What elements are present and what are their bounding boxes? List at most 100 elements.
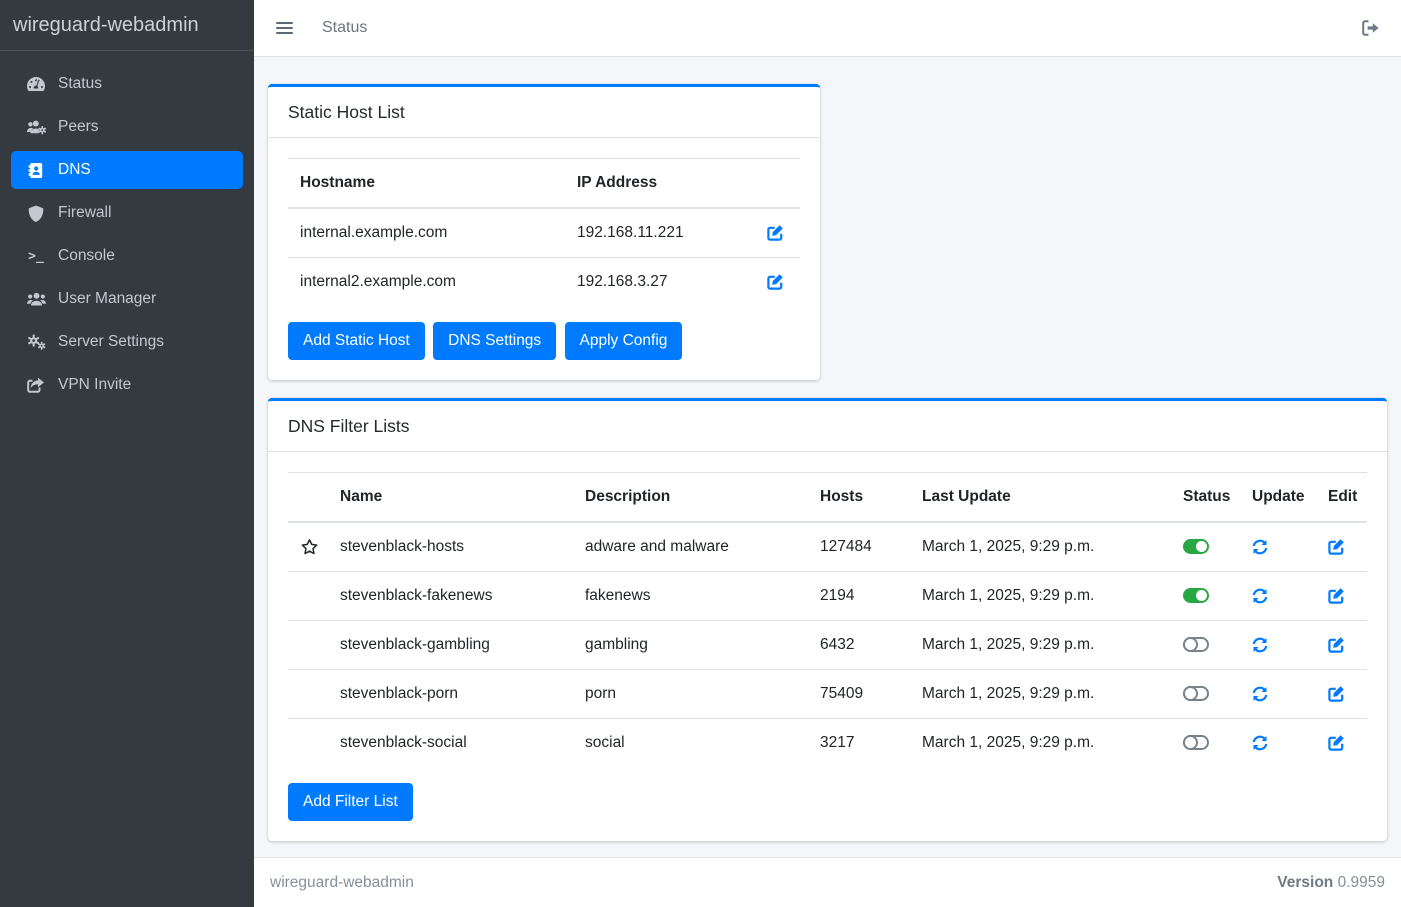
sidebar-item-vpn-invite[interactable]: VPN Invite: [11, 366, 243, 404]
name-cell: stevenblack-gambling: [328, 621, 573, 670]
edit-icon[interactable]: [1328, 734, 1345, 751]
share-icon: [21, 377, 51, 393]
table-row: stevenblack-gambling gambling 6432 March…: [288, 621, 1367, 670]
hosts-cell: 127484: [808, 522, 910, 572]
col-hosts: Hosts: [808, 473, 910, 523]
favorite-star-icon: [300, 538, 319, 556]
dns-filter-lists-card: DNS Filter Lists Name Description Hosts …: [268, 398, 1387, 841]
sidebar-item-label: Peers: [58, 118, 99, 136]
col-last-update: Last Update: [910, 473, 1171, 523]
col-ip: IP Address: [565, 159, 755, 209]
dns-settings-button[interactable]: DNS Settings: [433, 322, 556, 360]
last-update-cell: March 1, 2025, 9:29 p.m.: [910, 719, 1171, 768]
topbar-link-status[interactable]: Status: [322, 19, 367, 37]
description-cell: adware and malware: [573, 522, 808, 572]
description-cell: porn: [573, 670, 808, 719]
card-title: Static Host List: [268, 87, 820, 138]
sign-out-icon[interactable]: [1362, 20, 1380, 36]
brand-title[interactable]: wireguard-webadmin: [0, 0, 254, 51]
sidebar-item-label: Status: [58, 75, 102, 93]
col-edit: [755, 159, 800, 209]
sidebar-item-peers[interactable]: Peers: [11, 108, 243, 146]
sidebar: wireguard-webadmin Status: [0, 0, 254, 907]
sync-icon[interactable]: [1252, 686, 1268, 702]
sidebar-item-dns[interactable]: DNS: [11, 151, 243, 189]
hostname-cell: internal2.example.com: [288, 258, 565, 307]
add-static-host-button[interactable]: Add Static Host: [288, 322, 425, 360]
sidebar-item-label: User Manager: [58, 290, 156, 308]
main-column: Status Static Host List Hostname IP Addr…: [254, 0, 1401, 907]
col-star: [288, 473, 328, 523]
status-toggle-off-icon[interactable]: [1183, 686, 1209, 701]
hamburger-icon[interactable]: [276, 22, 293, 34]
sidebar-item-label: VPN Invite: [58, 376, 131, 394]
ip-cell: 192.168.3.27: [565, 258, 755, 307]
last-update-cell: March 1, 2025, 9:29 p.m.: [910, 572, 1171, 621]
filter-lists-table: Name Description Hosts Last Update Statu…: [288, 472, 1367, 767]
edit-icon[interactable]: [1328, 636, 1345, 653]
sidebar-item-label: DNS: [58, 161, 91, 179]
status-toggle-on-icon[interactable]: [1183, 539, 1209, 554]
content-area: Static Host List Hostname IP Address int…: [254, 57, 1401, 857]
description-cell: fakenews: [573, 572, 808, 621]
address-book-icon: [21, 162, 51, 179]
edit-icon[interactable]: [1328, 538, 1345, 555]
sidebar-nav: Status Peers: [0, 51, 254, 409]
sync-icon[interactable]: [1252, 735, 1268, 751]
name-cell: stevenblack-social: [328, 719, 573, 768]
users-cog-icon: [21, 119, 51, 135]
table-row: stevenblack-hosts adware and malware 127…: [288, 522, 1367, 572]
sidebar-item-user-manager[interactable]: User Manager: [11, 280, 243, 318]
status-toggle-on-icon[interactable]: [1183, 588, 1209, 603]
footer: wireguard-webadmin Version 0.9959: [254, 857, 1401, 907]
apply-config-button[interactable]: Apply Config: [565, 322, 683, 360]
add-filter-list-button[interactable]: Add Filter List: [288, 783, 413, 821]
description-cell: gambling: [573, 621, 808, 670]
col-status: Status: [1171, 473, 1240, 523]
name-cell: stevenblack-fakenews: [328, 572, 573, 621]
footer-version: Version 0.9959: [1277, 874, 1385, 892]
hostname-cell: internal.example.com: [288, 208, 565, 258]
sidebar-item-label: Console: [58, 247, 115, 265]
col-description: Description: [573, 473, 808, 523]
sidebar-item-firewall[interactable]: Firewall: [11, 194, 243, 232]
sync-icon[interactable]: [1252, 637, 1268, 653]
sync-icon[interactable]: [1252, 539, 1268, 555]
name-cell: stevenblack-porn: [328, 670, 573, 719]
col-name: Name: [328, 473, 573, 523]
status-toggle-off-icon[interactable]: [1183, 735, 1209, 750]
table-row: internal.example.com 192.168.11.221: [288, 208, 800, 258]
static-host-list-card: Static Host List Hostname IP Address int…: [268, 84, 820, 380]
edit-icon[interactable]: [1328, 587, 1345, 604]
sync-icon[interactable]: [1252, 588, 1268, 604]
hosts-cell: 6432: [808, 621, 910, 670]
footer-brand: wireguard-webadmin: [270, 874, 414, 892]
description-cell: social: [573, 719, 808, 768]
sidebar-item-server-settings[interactable]: Server Settings: [11, 323, 243, 361]
last-update-cell: March 1, 2025, 9:29 p.m.: [910, 522, 1171, 572]
col-hostname: Hostname: [288, 159, 565, 209]
status-toggle-off-icon[interactable]: [1183, 637, 1209, 652]
static-hosts-table: Hostname IP Address internal.example.com…: [288, 158, 800, 306]
tachometer-icon: [21, 76, 51, 92]
terminal-icon: >_: [21, 250, 51, 263]
sidebar-item-label: Server Settings: [58, 333, 164, 351]
hosts-cell: 75409: [808, 670, 910, 719]
ip-cell: 192.168.11.221: [565, 208, 755, 258]
edit-icon[interactable]: [767, 273, 784, 290]
sidebar-item-status[interactable]: Status: [11, 65, 243, 103]
edit-icon[interactable]: [1328, 685, 1345, 702]
edit-icon[interactable]: [767, 224, 784, 241]
col-edit: Edit: [1316, 473, 1367, 523]
cogs-icon: [21, 334, 51, 350]
users-icon: [21, 291, 51, 307]
sidebar-item-console[interactable]: >_ Console: [11, 237, 243, 275]
version-value: 0.9959: [1338, 874, 1385, 891]
hosts-cell: 3217: [808, 719, 910, 768]
table-row: stevenblack-porn porn 75409 March 1, 202…: [288, 670, 1367, 719]
version-label: Version: [1277, 874, 1333, 891]
table-row: stevenblack-fakenews fakenews 2194 March…: [288, 572, 1367, 621]
last-update-cell: March 1, 2025, 9:29 p.m.: [910, 670, 1171, 719]
topbar: Status: [254, 0, 1401, 57]
col-update: Update: [1240, 473, 1316, 523]
